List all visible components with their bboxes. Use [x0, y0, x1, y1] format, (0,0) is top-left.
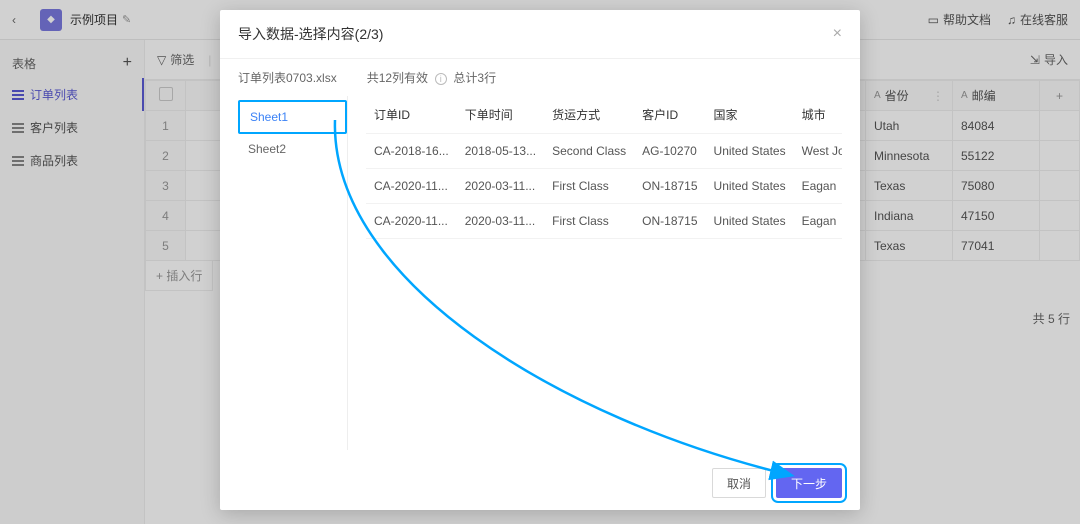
next-button[interactable]: 下一步: [776, 468, 842, 498]
preview-row: CA-2020-11...2020-03-11...First ClassON-…: [366, 204, 842, 239]
preview-column-header: 国家: [706, 96, 794, 134]
sheet-tab-1[interactable]: Sheet1: [238, 100, 347, 134]
sheet-list: Sheet1 Sheet2: [238, 96, 348, 450]
preview-cell: First Class: [544, 169, 634, 204]
close-icon[interactable]: ×: [833, 25, 842, 43]
info-icon[interactable]: i: [435, 73, 447, 85]
preview-row: CA-2020-11...2020-03-11...First ClassON-…: [366, 169, 842, 204]
preview-cell: Second Class: [544, 134, 634, 169]
preview-cell: 2020-03-11...: [457, 169, 544, 204]
preview-table: 订单ID下单时间货运方式客户ID国家城市 CA-2018-16...2018-0…: [348, 96, 842, 450]
cancel-button[interactable]: 取消: [712, 468, 766, 498]
preview-cell: AG-10270: [634, 134, 705, 169]
preview-cell: United States: [706, 204, 794, 239]
preview-cell: ON-18715: [634, 204, 705, 239]
preview-column-header: 货运方式: [544, 96, 634, 134]
preview-cell: Eagan: [794, 169, 842, 204]
preview-cell: United States: [706, 169, 794, 204]
import-modal: 导入数据-选择内容(2/3) × 订单列表0703.xlsx 共12列有效 i …: [220, 10, 860, 510]
preview-cell: CA-2018-16...: [366, 134, 457, 169]
preview-cell: First Class: [544, 204, 634, 239]
preview-cell: 2018-05-13...: [457, 134, 544, 169]
preview-cell: West Jor...: [794, 134, 842, 169]
preview-column-header: 订单ID: [366, 96, 457, 134]
preview-row: CA-2018-16...2018-05-13...Second ClassAG…: [366, 134, 842, 169]
preview-cell: United States: [706, 134, 794, 169]
preview-cell: CA-2020-11...: [366, 204, 457, 239]
file-name: 订单列表0703.xlsx: [238, 69, 337, 86]
columns-summary: 共12列有效: [367, 71, 428, 85]
preview-column-header: 客户ID: [634, 96, 705, 134]
preview-cell: 2020-03-11...: [457, 204, 544, 239]
preview-cell: ON-18715: [634, 169, 705, 204]
preview-column-header: 下单时间: [457, 96, 544, 134]
preview-column-header: 城市: [794, 96, 842, 134]
modal-title: 导入数据-选择内容(2/3): [238, 24, 383, 44]
rows-summary: 总计3行: [453, 71, 496, 85]
sheet-tab-2[interactable]: Sheet2: [238, 134, 347, 164]
preview-cell: Eagan: [794, 204, 842, 239]
preview-cell: CA-2020-11...: [366, 169, 457, 204]
